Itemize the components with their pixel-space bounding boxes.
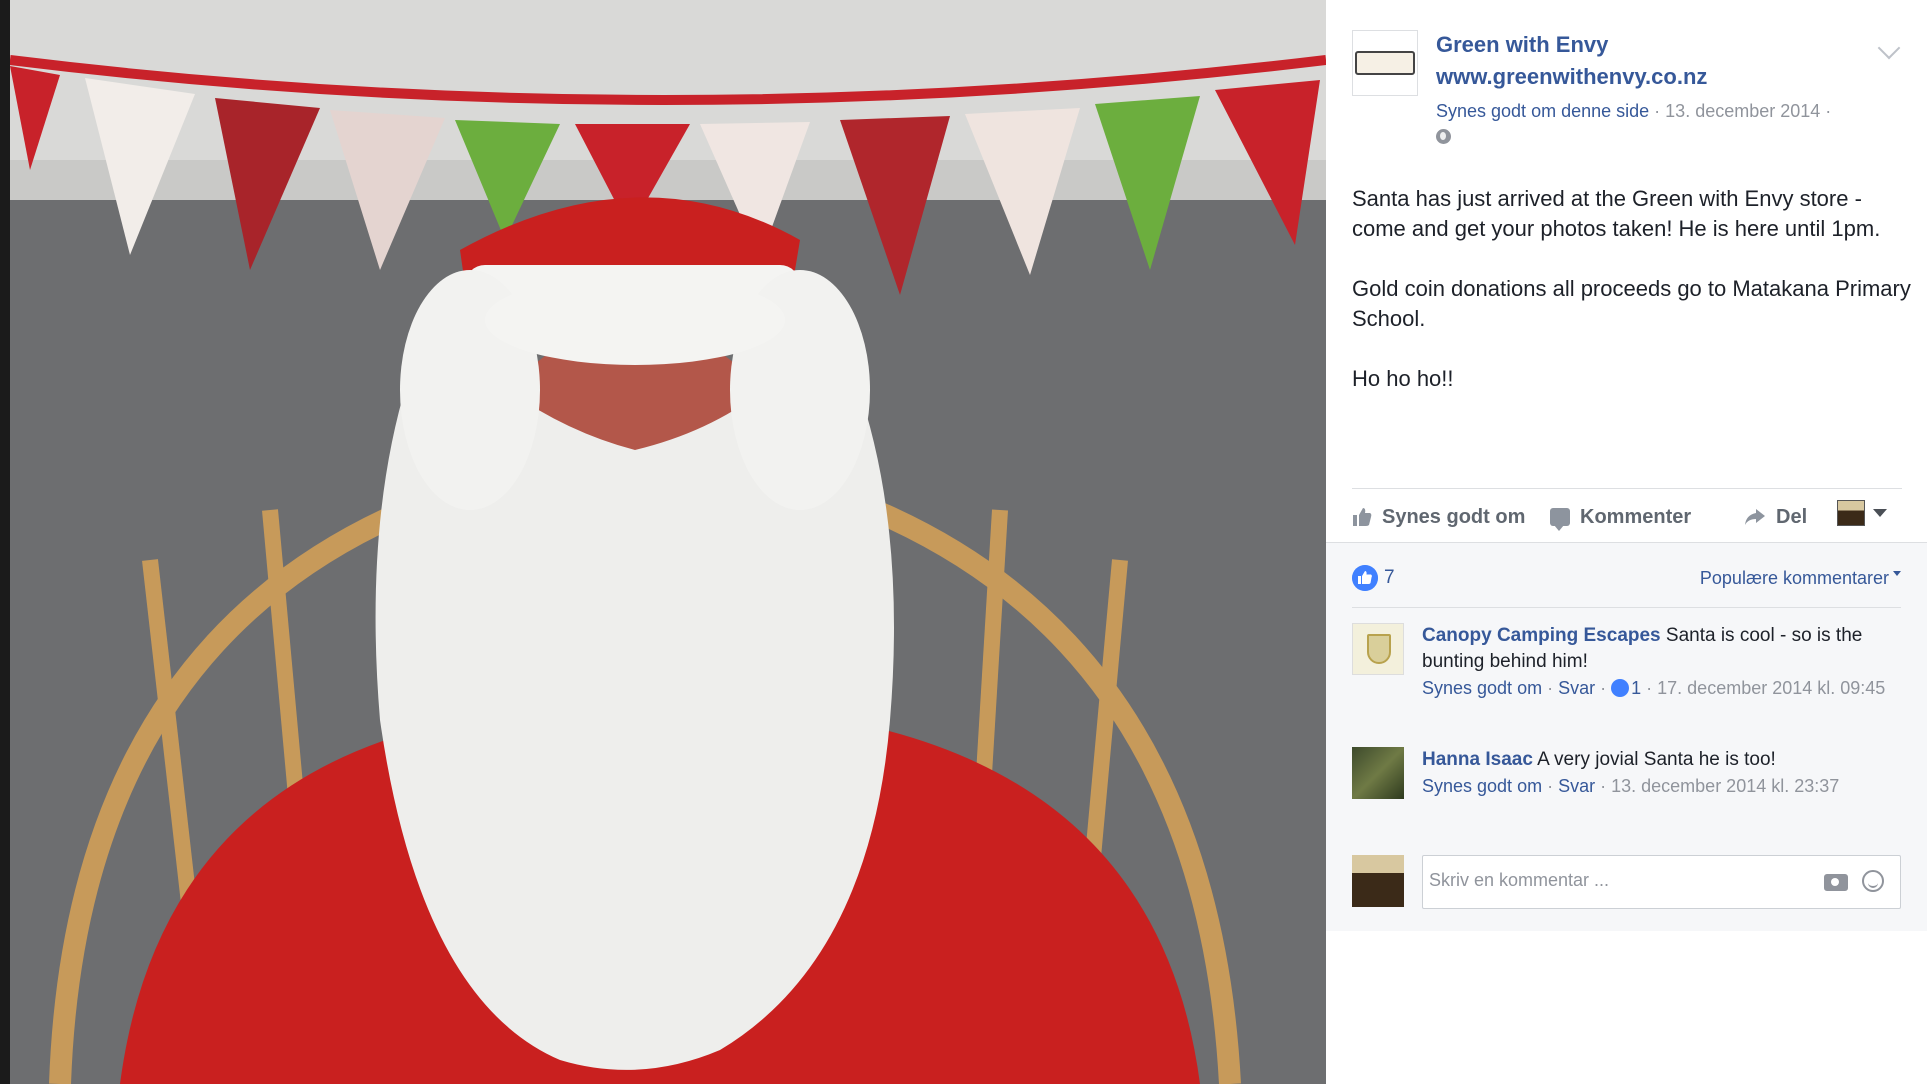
post-paragraph: Gold coin donations all proceeds go to M…	[1352, 276, 1911, 331]
comment-body: Hanna Isaac A very jovial Santa he is to…	[1422, 747, 1901, 799]
comment-text: A very jovial Santa he is too!	[1537, 749, 1776, 770]
camera-icon[interactable]	[1824, 874, 1848, 891]
like-badge-icon	[1611, 679, 1630, 697]
post-paragraph: Ho ho ho!!	[1352, 366, 1454, 391]
commenter-avatar[interactable]	[1352, 623, 1404, 675]
like-badge-icon[interactable]	[1352, 565, 1378, 591]
post-photo[interactable]	[0, 0, 1326, 1084]
globe-icon	[1436, 129, 1451, 144]
comment-input-placeholder: Skriv en kommentar ...	[1429, 870, 1610, 890]
like-label: Synes godt om	[1382, 505, 1526, 528]
share-button[interactable]: Del	[1744, 500, 1807, 534]
post-message: Santa has just arrived at the Green with…	[1352, 184, 1912, 424]
page-avatar[interactable]	[1352, 30, 1418, 96]
comment-reply-link[interactable]: Svar	[1558, 776, 1595, 796]
current-user-avatar	[1352, 855, 1404, 907]
comment-reply-link[interactable]: Svar	[1558, 678, 1595, 698]
post-details-panel: Green with Envy www.greenwithenvy.co.nz …	[1326, 0, 1927, 1084]
comment-like-link[interactable]: Synes godt om	[1422, 776, 1542, 796]
thumbs-up-icon	[1353, 508, 1372, 526]
post-date: · 13. december 2014 ·	[1654, 101, 1832, 121]
post-paragraph: Santa has just arrived at the Green with…	[1352, 186, 1881, 241]
share-arrow-icon	[1745, 509, 1765, 525]
reaction-count[interactable]: 7	[1384, 565, 1395, 591]
caret-down-icon	[1873, 509, 1887, 517]
comment-author-link[interactable]: Canopy Camping Escapes	[1422, 625, 1661, 646]
post-actions: Synes godt om Kommenter Del	[1352, 500, 1907, 534]
photo-left-edge	[0, 0, 10, 1084]
like-page-link[interactable]: Synes godt om denne side	[1436, 101, 1649, 121]
divider	[1352, 488, 1902, 489]
divider	[1352, 607, 1901, 608]
comment-like-count[interactable]: 1	[1631, 678, 1641, 698]
comment-meta: Synes godt om · Svar · 13. december 2014…	[1422, 776, 1840, 796]
comment-timestamp[interactable]: · 13. december 2014 kl. 23:37	[1600, 776, 1839, 796]
comment-button[interactable]: Kommenter	[1550, 500, 1691, 534]
emoji-icon[interactable]	[1862, 870, 1884, 892]
reactions-row: 7 Populære kommentarer	[1352, 561, 1901, 601]
comment-timestamp[interactable]: · 17. december 2014 kl. 09:45	[1646, 678, 1885, 698]
page-url-link[interactable]: www.greenwithenvy.co.nz	[1436, 62, 1707, 92]
commenter-avatar[interactable]	[1352, 747, 1404, 799]
comment-sort-dropdown[interactable]: Populære kommentarer	[1700, 565, 1901, 591]
post-meta: Synes godt om denne side · 13. december …	[1436, 98, 1831, 124]
comment-input[interactable]: Skriv en kommentar ...	[1422, 855, 1901, 909]
santa-photo-image	[0, 0, 1326, 1084]
actor-selector[interactable]	[1837, 500, 1887, 526]
page-logo-graphic	[1355, 51, 1415, 75]
comments-section: 7 Populære kommentarer Canopy Camping Es…	[1326, 542, 1927, 931]
like-button[interactable]: Synes godt om	[1352, 500, 1525, 534]
chevron-down-icon[interactable]	[1877, 36, 1901, 60]
comment-author-link[interactable]: Hanna Isaac	[1422, 749, 1533, 770]
comment-meta: Synes godt om · Svar · 1 · 17. december …	[1422, 678, 1886, 698]
share-label: Del	[1776, 505, 1808, 528]
comment-like-link[interactable]: Synes godt om	[1422, 678, 1542, 698]
actor-avatar	[1837, 500, 1865, 526]
page-name-link[interactable]: Green with Envy	[1436, 30, 1608, 60]
comment-label: Kommenter	[1580, 505, 1692, 528]
comment-composer: Skriv en kommentar ...	[1352, 855, 1901, 911]
comment-icon	[1550, 508, 1570, 531]
comment-body: Canopy Camping Escapes Santa is cool - s…	[1422, 623, 1901, 701]
